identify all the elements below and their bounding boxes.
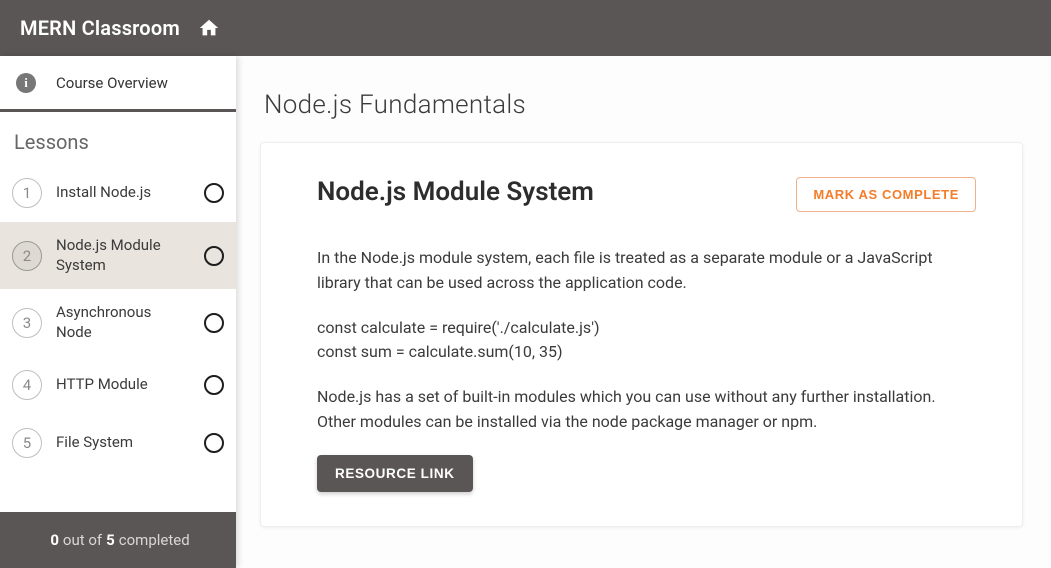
lesson-number: 2 (12, 241, 42, 271)
lesson-status-icon (204, 183, 224, 203)
brand-title: MERN Classroom (20, 16, 180, 40)
total-count: 5 (102, 531, 119, 549)
info-icon: i (16, 73, 36, 93)
lesson-code: const calculate = require('./calculate.j… (317, 316, 976, 366)
progress-footer: 0 out of 5 completed (0, 512, 236, 568)
lesson-item[interactable]: 2 Node.js Module System (0, 222, 236, 289)
footer-suffix: completed (119, 531, 190, 549)
lesson-item-title: Asynchronous Node (56, 303, 190, 342)
course-overview-row[interactable]: i Course Overview (0, 56, 236, 112)
home-icon[interactable] (198, 17, 220, 39)
lesson-item[interactable]: 5 File System (0, 414, 236, 472)
lesson-number: 5 (12, 428, 42, 458)
lesson-item-title: Node.js Module System (56, 236, 190, 275)
lesson-list: 1 Install Node.js 2 Node.js Module System 3A… (0, 164, 236, 512)
lesson-paragraph: Node.js has a set of built-in modules wh… (317, 385, 976, 435)
lesson-paragraph: In the Node.js module system, each file … (317, 246, 976, 296)
course-overview-label: Course Overview (56, 74, 168, 92)
lesson-number: 4 (12, 370, 42, 400)
lesson-status-icon (204, 375, 224, 395)
lesson-status-icon (204, 246, 224, 266)
lesson-card: Node.js Module System MARK AS COMPLETE I… (260, 142, 1023, 527)
mark-complete-button[interactable]: MARK AS COMPLETE (796, 177, 976, 212)
lesson-item-title: HTTP Module (56, 375, 190, 395)
lesson-status-icon (204, 433, 224, 453)
sidebar: i Course Overview Lessons 1 Install Node.… (0, 56, 236, 568)
lesson-item[interactable]: 4 HTTP Module (0, 356, 236, 414)
completed-count: 0 (46, 531, 63, 549)
lesson-number: 3 (12, 308, 42, 338)
main-content: Node.js Fundamentals Node.js Module Syst… (236, 56, 1051, 568)
lessons-heading: Lessons (0, 112, 236, 164)
footer-mid: out of (63, 531, 102, 549)
top-bar: MERN Classroom (0, 0, 1051, 56)
lesson-item-title: Install Node.js (56, 183, 190, 203)
lesson-item[interactable]: 1 Install Node.js (0, 164, 236, 222)
lesson-item-title: File System (56, 433, 190, 453)
lesson-item[interactable]: 3 Asynchronous Node (0, 289, 236, 356)
lesson-title: Node.js Module System (317, 177, 594, 207)
lesson-status-icon (204, 313, 224, 333)
course-title: Node.js Fundamentals (264, 90, 1019, 120)
resource-link-button[interactable]: RESOURCE LINK (317, 455, 473, 492)
lesson-number: 1 (12, 178, 42, 208)
lesson-body: In the Node.js module system, each file … (317, 246, 976, 492)
